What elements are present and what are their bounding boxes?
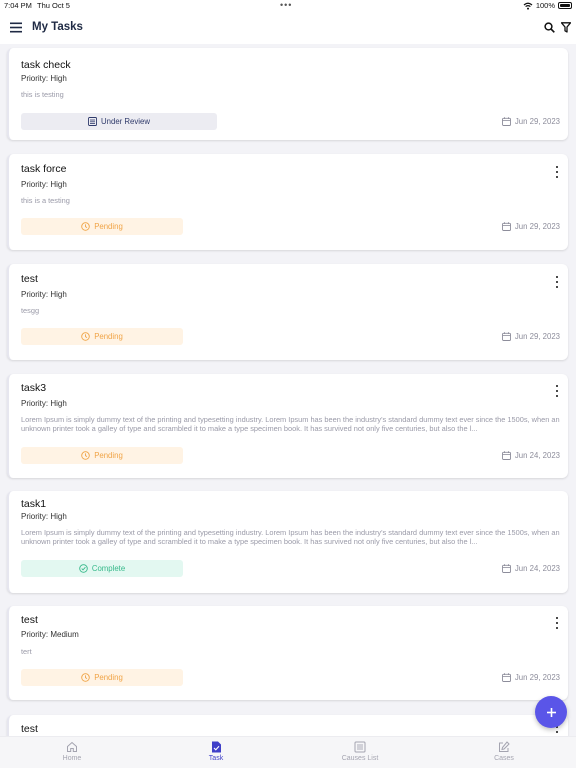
task-card[interactable]: test <box>7 715 568 736</box>
calendar-icon <box>501 117 511 126</box>
status-label: Complete <box>91 564 126 573</box>
task-date: Jun 24, 2023 <box>501 451 560 460</box>
clock-icon <box>81 222 90 231</box>
tab-cases-label: Cases <box>494 755 514 762</box>
status-badge[interactable]: Pending <box>21 328 183 345</box>
list-icon <box>88 117 97 126</box>
home-icon <box>67 741 77 752</box>
task-priority: Priority: High <box>21 399 67 408</box>
task-title: test <box>21 614 38 626</box>
more-options-icon[interactable] <box>554 617 560 629</box>
task-date-label: Jun 29, 2023 <box>514 673 560 682</box>
task-title: task check <box>21 59 71 71</box>
status-label: Pending <box>94 332 123 341</box>
list-icon <box>354 741 366 753</box>
task-priority: Priority: High <box>21 290 67 299</box>
task-card[interactable]: test Priority: High tesgg Pending Jun 29… <box>7 264 568 360</box>
task-date: Jun 29, 2023 <box>501 117 560 126</box>
status-badge[interactable]: Under Review <box>21 113 217 130</box>
task-date: Jun 29, 2023 <box>501 673 560 682</box>
task-date-label: Jun 29, 2023 <box>514 332 560 341</box>
task-date: Jun 29, 2023 <box>501 332 560 341</box>
calendar-icon <box>501 673 511 682</box>
task-card[interactable]: task check Priority: High this is testin… <box>7 48 568 140</box>
more-options-icon[interactable] <box>554 276 560 288</box>
status-badge[interactable]: Pending <box>21 669 183 686</box>
clock-icon <box>81 451 90 460</box>
more-options-icon[interactable] <box>554 385 560 397</box>
task-date-label: Jun 29, 2023 <box>514 222 560 231</box>
calendar-icon <box>501 222 511 231</box>
task-title: task force <box>21 163 67 175</box>
bottom-tab-bar: Home Task Causes List Cases <box>0 736 576 768</box>
plus-icon <box>546 707 556 717</box>
search-icon[interactable] <box>544 22 555 33</box>
task-date-label: Jun 29, 2023 <box>514 117 560 126</box>
tab-causes-list[interactable]: Causes List <box>320 741 400 762</box>
more-options-icon[interactable] <box>554 166 560 178</box>
tab-home[interactable]: Home <box>32 741 112 762</box>
battery-icon <box>558 2 572 9</box>
status-label: Under Review <box>101 117 150 126</box>
task-card[interactable]: task force Priority: High this is a test… <box>7 154 568 250</box>
status-bar: 7:04 PM Thu Oct 5 ••• 100% <box>0 0 576 12</box>
tab-task[interactable]: Task <box>176 741 256 762</box>
status-date: Thu Oct 5 <box>37 1 70 10</box>
task-priority: Priority: High <box>21 180 67 189</box>
task-description: tesgg <box>21 306 40 315</box>
app-bar: My Tasks <box>0 12 576 44</box>
status-badge[interactable]: Pending <box>21 218 183 235</box>
task-date: Jun 24, 2023 <box>501 564 560 573</box>
task-priority: Priority: High <box>21 512 67 521</box>
filter-icon[interactable] <box>561 22 571 33</box>
clock-icon <box>81 673 90 682</box>
status-right: 100% <box>523 1 572 10</box>
status-badge[interactable]: Pending <box>21 447 183 464</box>
task-card[interactable]: task1 Priority: High Lorem Ipsum is simp… <box>7 491 568 593</box>
clock-icon <box>81 332 90 341</box>
edit-icon <box>499 741 510 752</box>
task-description: Lorem Ipsum is simply dummy text of the … <box>21 528 560 546</box>
status-label: Pending <box>94 222 123 231</box>
task-description: this is a testing <box>21 196 70 205</box>
task-title: task3 <box>21 382 47 394</box>
status-time: 7:04 PM <box>4 1 32 10</box>
task-description: tert <box>21 647 32 656</box>
task-date-label: Jun 24, 2023 <box>514 451 560 460</box>
task-card[interactable]: task3 Priority: High Lorem Ipsum is simp… <box>7 374 568 478</box>
task-title: test <box>21 273 38 285</box>
task-priority: Priority: High <box>21 74 67 83</box>
battery-percent: 100% <box>535 1 555 10</box>
wifi-icon <box>523 2 533 10</box>
status-badge[interactable]: Complete <box>21 560 183 577</box>
task-description: Lorem Ipsum is simply dummy text of the … <box>21 415 560 433</box>
calendar-icon <box>501 451 511 460</box>
task-date: Jun 29, 2023 <box>501 222 560 231</box>
check-circle-icon <box>79 564 88 573</box>
task-title: test <box>21 723 38 735</box>
task-priority: Priority: Medium <box>21 630 79 639</box>
calendar-icon <box>501 564 511 573</box>
tab-causes-list-label: Causes List <box>341 755 379 762</box>
task-list[interactable]: task check Priority: High this is testin… <box>0 44 576 736</box>
tab-cases[interactable]: Cases <box>464 741 544 762</box>
task-title: task1 <box>21 498 47 510</box>
task-description: this is testing <box>21 90 64 99</box>
task-date-label: Jun 24, 2023 <box>514 564 560 573</box>
menu-icon[interactable] <box>10 22 22 33</box>
task-icon <box>211 741 221 753</box>
calendar-icon <box>501 332 511 341</box>
page-title: My Tasks <box>32 21 83 33</box>
status-label: Pending <box>94 451 123 460</box>
status-label: Pending <box>94 673 123 682</box>
add-task-button[interactable] <box>535 696 567 728</box>
tab-home-label: Home <box>62 755 82 762</box>
tab-task-label: Task <box>208 755 224 762</box>
task-card[interactable]: test Priority: Medium tert Pending Jun 2… <box>7 606 568 700</box>
multitasking-dots-icon[interactable]: ••• <box>280 0 292 10</box>
